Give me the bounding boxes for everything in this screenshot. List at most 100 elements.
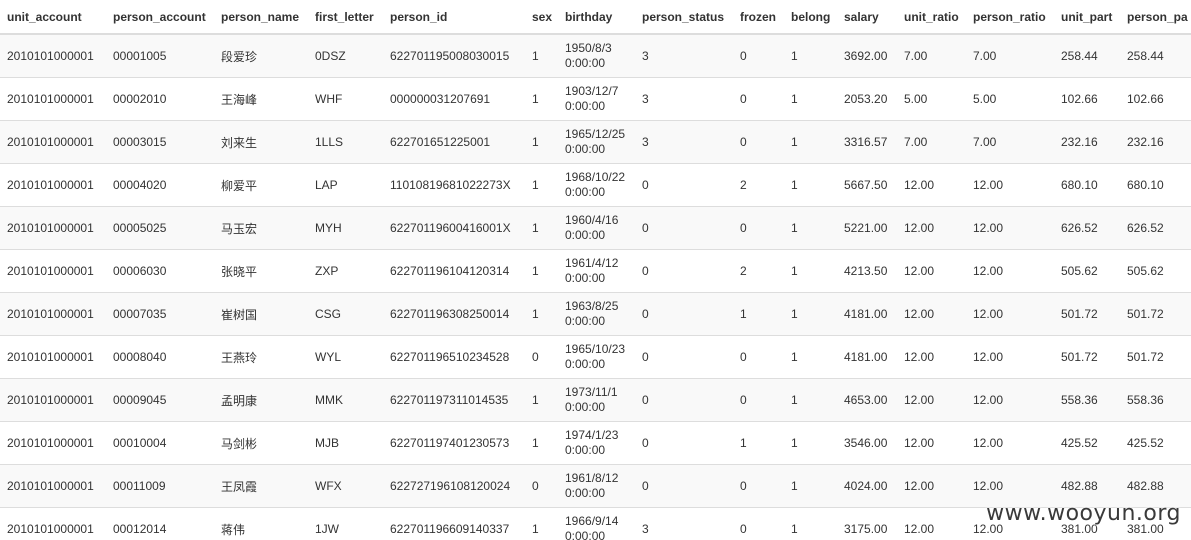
cell-unit-part: 232.16 (1054, 120, 1120, 164)
cell-person-ratio: 12.00 (966, 507, 1054, 540)
cell-birthday: 1961/8/12 0:00:00 (558, 464, 635, 508)
table-row[interactable]: 2010101000001 00001005 段爱珍 0DSZ 622701195008… (0, 33, 1191, 78)
table-row[interactable]: 2010101000001 00008040 王燕玲 WYL 6227011965102… (0, 335, 1191, 379)
column-header-person-status[interactable]: person_status (635, 0, 733, 35)
cell-salary: 5221.00 (837, 206, 897, 250)
cell-person-id: 11010819681022273X (383, 163, 525, 207)
cell-unit-account: 2010101000001 (0, 292, 106, 336)
table-row[interactable]: 2010101000001 00012014 蒋伟 1JW 62270119660914… (0, 507, 1191, 540)
column-header-person-ratio[interactable]: person_ratio (966, 0, 1054, 35)
cell-unit-ratio: 5.00 (897, 77, 966, 121)
birthday-time: 0:00:00 (565, 228, 606, 242)
column-header-first-letter[interactable]: first_letter (308, 0, 383, 35)
cell-person-id: 000000031207691 (383, 77, 525, 121)
column-header-person-name[interactable]: person_name (214, 0, 308, 35)
cell-person-status: 3 (635, 33, 733, 78)
column-header-unit-part[interactable]: unit_part (1054, 0, 1120, 35)
cell-person-ratio: 12.00 (966, 292, 1054, 336)
cell-birthday: 1974/1/23 0:00:00 (558, 421, 635, 465)
table-row[interactable]: 2010101000001 00006030 张晓平 ZXP 6227011961041… (0, 249, 1191, 293)
column-header-frozen[interactable]: frozen (733, 0, 784, 35)
cell-person-part: 482.88 (1120, 464, 1191, 508)
table-row[interactable]: 2010101000001 00011009 王凤霞 WFX 6227271961081… (0, 464, 1191, 508)
cell-person-part: 505.62 (1120, 249, 1191, 293)
cell-frozen: 2 (733, 163, 784, 207)
cell-person-status: 0 (635, 464, 733, 508)
cell-person-status: 0 (635, 378, 733, 422)
cell-person-status: 3 (635, 507, 733, 540)
cell-birthday: 1960/4/16 0:00:00 (558, 206, 635, 250)
cell-belong: 1 (784, 464, 837, 508)
birthday-date: 1968/10/22 (565, 170, 626, 184)
table-row[interactable]: 2010101000001 00010004 马剑彬 MJB 6227011974012… (0, 421, 1191, 465)
birthday-time: 0:00:00 (565, 99, 606, 113)
cell-unit-ratio: 12.00 (897, 335, 966, 379)
column-header-salary[interactable]: salary (837, 0, 897, 35)
column-header-person-id[interactable]: person_id (383, 0, 525, 35)
cell-sex: 1 (525, 77, 558, 121)
cell-first-letter: CSG (308, 292, 383, 336)
cell-person-part: 381.00 (1120, 507, 1191, 540)
cell-person-status: 0 (635, 335, 733, 379)
column-header-person-part[interactable]: person_pa (1120, 0, 1191, 35)
cell-person-part: 258.44 (1120, 33, 1191, 78)
cell-person-part: 558.36 (1120, 378, 1191, 422)
cell-person-id: 622701196308250014 (383, 292, 525, 336)
cell-sex: 1 (525, 163, 558, 207)
table-row[interactable]: 2010101000001 00007035 崔树国 CSG 6227011963082… (0, 292, 1191, 336)
cell-person-id: 622701651225001 (383, 120, 525, 164)
cell-unit-ratio: 7.00 (897, 120, 966, 164)
cell-person-status: 0 (635, 163, 733, 207)
cell-salary: 4024.00 (837, 464, 897, 508)
cell-belong: 1 (784, 33, 837, 78)
birthday-date: 1974/1/23 (565, 428, 619, 442)
cell-sex: 0 (525, 335, 558, 379)
cell-first-letter: 1LLS (308, 120, 383, 164)
cell-frozen: 1 (733, 421, 784, 465)
cell-first-letter: WYL (308, 335, 383, 379)
cell-person-id: 622701196510234528 (383, 335, 525, 379)
table-row[interactable]: 2010101000001 00002010 王海峰 WHF 0000000312076… (0, 77, 1191, 121)
column-header-person-account[interactable]: person_account (106, 0, 214, 35)
table-row[interactable]: 2010101000001 00009045 孟明康 MMK 6227011973110… (0, 378, 1191, 422)
table-row[interactable]: 2010101000001 00005025 马玉宏 MYH 6227011960041… (0, 206, 1191, 250)
cell-unit-part: 381.00 (1054, 507, 1120, 540)
birthday-time: 0:00:00 (565, 357, 606, 371)
cell-salary: 4213.50 (837, 249, 897, 293)
column-header-unit-ratio[interactable]: unit_ratio (897, 0, 966, 35)
table-row[interactable]: 2010101000001 00004020 柳爱平 LAP 1101081968102… (0, 163, 1191, 207)
column-header-sex[interactable]: sex (525, 0, 558, 35)
column-header-belong[interactable]: belong (784, 0, 837, 35)
cell-unit-ratio: 12.00 (897, 292, 966, 336)
cell-sex: 1 (525, 33, 558, 78)
cell-unit-account: 2010101000001 (0, 249, 106, 293)
birthday-date: 1965/12/25 (565, 127, 626, 141)
cell-person-status: 3 (635, 120, 733, 164)
table-row[interactable]: 2010101000001 00003015 刘来生 1LLS 622701651225… (0, 120, 1191, 164)
cell-person-name: 刘来生 (214, 120, 308, 164)
cell-first-letter: 1JW (308, 507, 383, 540)
column-header-birthday[interactable]: birthday (558, 0, 635, 35)
cell-sex: 0 (525, 464, 558, 508)
cell-unit-account: 2010101000001 (0, 206, 106, 250)
cell-unit-account: 2010101000001 (0, 507, 106, 540)
cell-unit-part: 680.10 (1054, 163, 1120, 207)
cell-birthday: 1968/10/22 0:00:00 (558, 163, 635, 207)
birthday-time: 0:00:00 (565, 314, 606, 328)
cell-first-letter: WFX (308, 464, 383, 508)
cell-person-name: 马剑彬 (214, 421, 308, 465)
cell-person-account: 00007035 (106, 292, 214, 336)
cell-unit-ratio: 12.00 (897, 163, 966, 207)
cell-person-ratio: 7.00 (966, 33, 1054, 78)
cell-person-ratio: 12.00 (966, 378, 1054, 422)
cell-frozen: 0 (733, 206, 784, 250)
cell-birthday: 1963/8/25 0:00:00 (558, 292, 635, 336)
cell-person-name: 王海峰 (214, 77, 308, 121)
cell-salary: 4653.00 (837, 378, 897, 422)
birthday-date: 1966/9/14 (565, 514, 619, 528)
cell-salary: 5667.50 (837, 163, 897, 207)
cell-person-ratio: 12.00 (966, 464, 1054, 508)
cell-frozen: 0 (733, 378, 784, 422)
column-header-unit-account[interactable]: unit_account (0, 0, 106, 35)
cell-unit-part: 558.36 (1054, 378, 1120, 422)
